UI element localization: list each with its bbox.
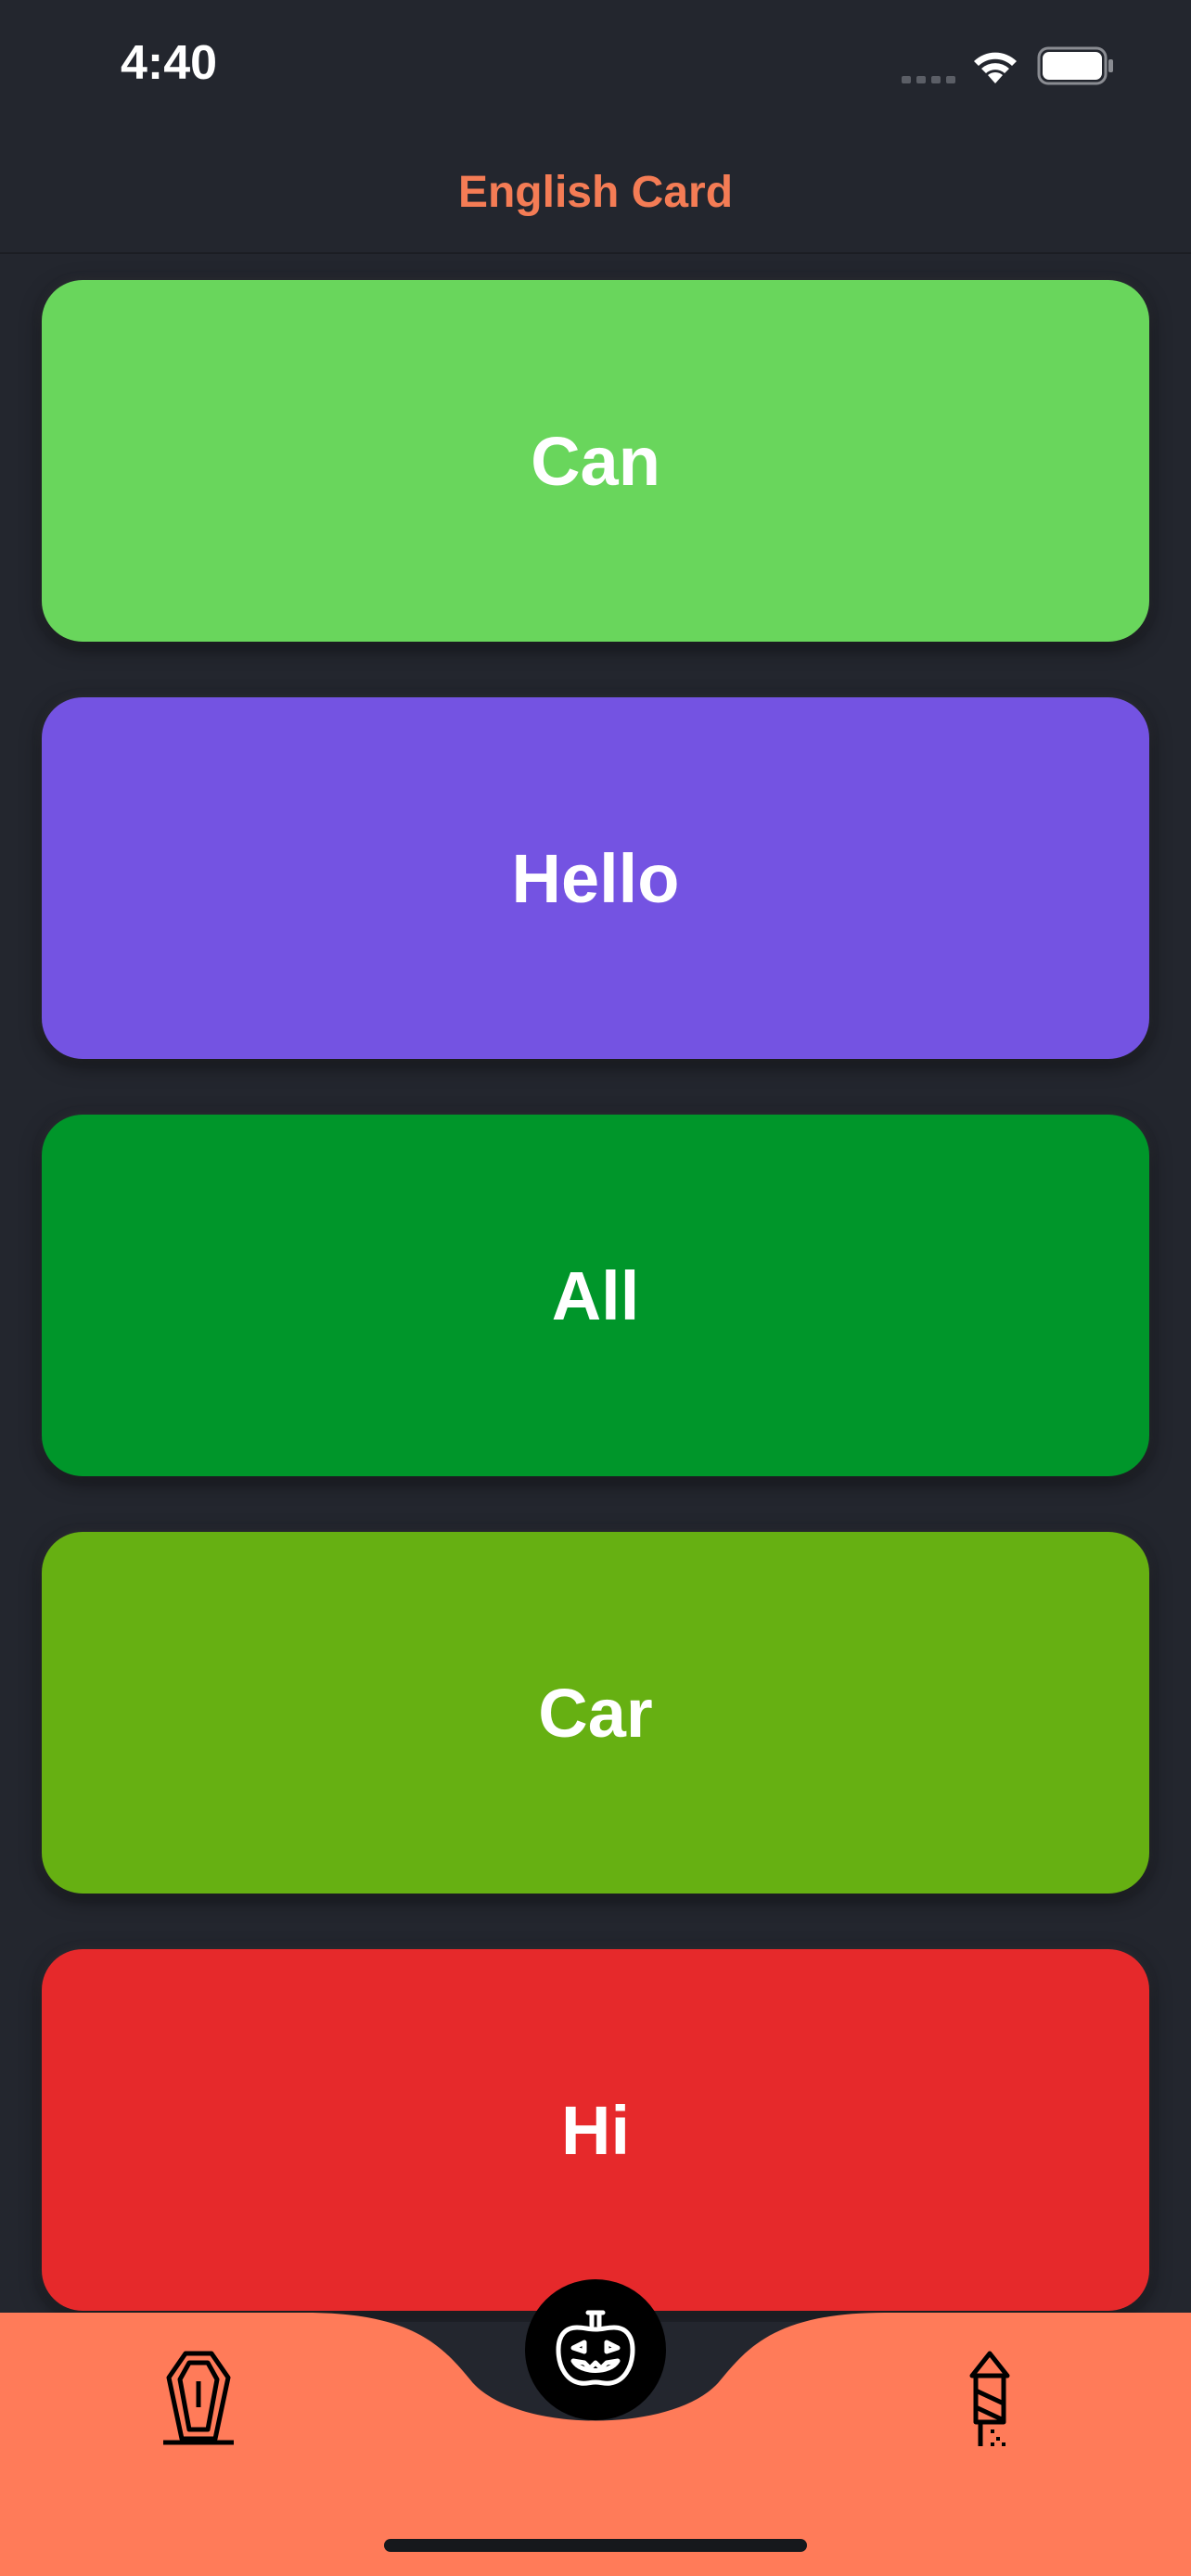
coffin-icon (163, 2351, 234, 2445)
tab-coffin[interactable] (160, 2350, 237, 2446)
home-indicator[interactable] (384, 2539, 807, 2552)
card-label: Hi (561, 2091, 630, 2169)
card-label: All (551, 1256, 640, 1334)
word-card-hello[interactable]: Hello (42, 697, 1149, 1059)
app-screen: 4:40 English Card Can Hello All Car Hi (0, 0, 1191, 2576)
tab-bar (0, 2279, 1191, 2576)
word-card-all[interactable]: All (42, 1115, 1149, 1476)
status-bar: 4:40 (0, 0, 1191, 130)
word-card-car[interactable]: Car (42, 1532, 1149, 1894)
tab-pumpkin[interactable] (525, 2279, 666, 2420)
card-list[interactable]: Can Hello All Car Hi (0, 254, 1191, 2322)
card-label: Hello (511, 839, 680, 917)
wifi-icon (974, 52, 1017, 83)
word-card-can[interactable]: Can (42, 280, 1149, 642)
tab-firework[interactable] (967, 2350, 1013, 2450)
battery-icon (1037, 46, 1113, 85)
page-title: English Card (457, 168, 734, 217)
status-time: 4:40 (121, 36, 218, 90)
pumpkin-icon (556, 2310, 635, 2386)
card-label: Can (531, 422, 660, 500)
navigation-bar: English Card (0, 130, 1191, 254)
word-card-hi[interactable]: Hi (42, 1949, 1149, 2311)
cellular-signal-icon (902, 76, 955, 83)
card-label: Car (538, 1674, 653, 1752)
firework-rocket-icon (969, 2351, 1010, 2446)
